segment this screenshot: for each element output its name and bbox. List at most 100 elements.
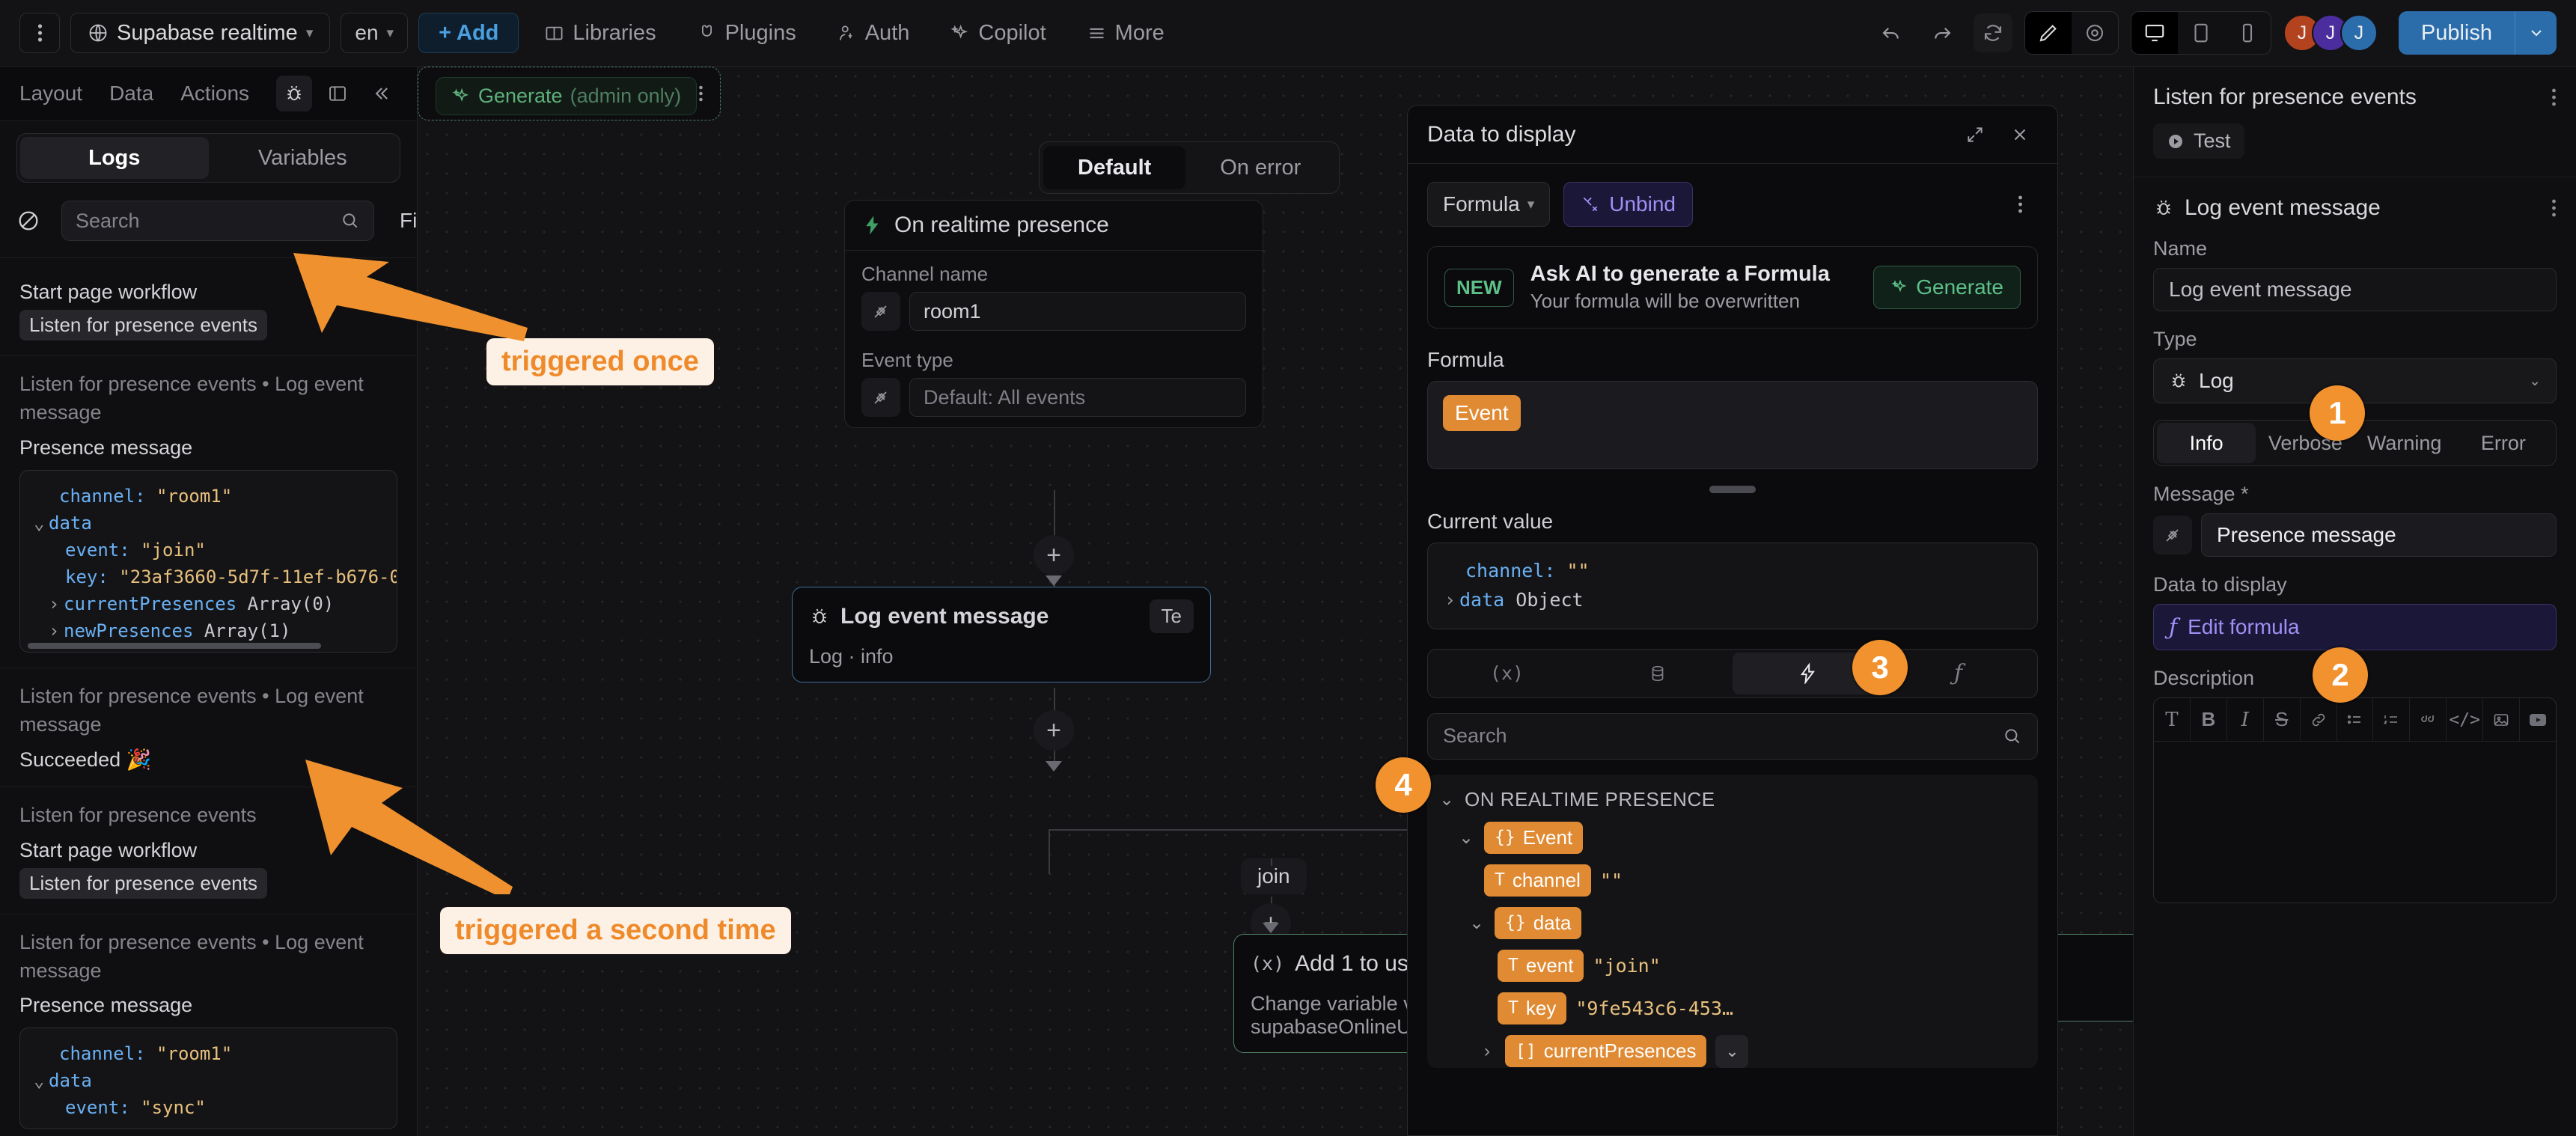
description-textarea[interactable] — [2154, 742, 2556, 903]
node-log-event-message[interactable]: Log event message Te Log · info — [792, 587, 1211, 682]
list-item[interactable]: Listen for presence events Start page wo… — [0, 787, 417, 914]
publish-dropdown-button[interactable] — [2515, 11, 2557, 55]
logs-list[interactable]: Start page workflow Listen for presence … — [0, 258, 417, 1136]
expand-icon[interactable] — [1957, 117, 1993, 153]
add-node-button[interactable]: + — [1034, 535, 1074, 575]
tablet-view-button[interactable] — [2178, 12, 2224, 54]
search-input[interactable] — [1443, 724, 2003, 748]
edit-formula-button[interactable]: ƒ Edit formula — [2153, 604, 2557, 650]
bind-plug-icon[interactable] — [861, 378, 900, 417]
collapse-panel-icon[interactable] — [363, 76, 399, 112]
tab-logs[interactable]: Logs — [20, 137, 209, 179]
generate-admin-badge[interactable]: Generate (admin only) — [436, 77, 698, 115]
branch-label-join[interactable]: join — [1241, 858, 1307, 894]
list-item[interactable]: Listen for presence events • Log event m… — [0, 356, 417, 668]
expander-chevron-down-icon[interactable]: ⌄ — [1715, 1034, 1749, 1068]
run-test-button[interactable]: Test — [2153, 123, 2244, 159]
tab-collections-icon[interactable] — [1582, 653, 1733, 694]
tab-variables-icon[interactable]: (x) — [1432, 653, 1582, 694]
test-node-button[interactable]: Te — [1149, 599, 1194, 633]
chevron-down-icon[interactable]: ⌄ — [34, 510, 49, 537]
language-selector[interactable]: en ▾ — [341, 13, 409, 53]
quote-icon[interactable] — [2410, 698, 2447, 741]
tab-on-error[interactable]: On error — [1185, 146, 1335, 189]
device-toggle[interactable] — [2130, 11, 2271, 55]
formula-editor[interactable]: Event — [1427, 381, 2038, 469]
image-icon[interactable] — [2483, 698, 2521, 741]
node-on-realtime-presence[interactable]: On realtime presence Channel name room1 … — [844, 200, 1263, 428]
avatar[interactable]: J — [2340, 14, 2378, 52]
node-kebab-icon[interactable] — [2551, 198, 2557, 218]
horizontal-scrollbar[interactable] — [28, 642, 322, 649]
log-json-viewer[interactable]: channel: "room1" ⌄ data event: "sync" — [19, 1027, 397, 1130]
link-icon[interactable] — [2301, 698, 2337, 741]
name-input[interactable]: Log event message — [2153, 268, 2557, 311]
tab-variables[interactable]: Variables — [209, 137, 397, 179]
description-editor[interactable]: T B I S </> — [2153, 697, 2557, 903]
code-icon[interactable]: </> — [2447, 698, 2484, 741]
preview-mode-button[interactable] — [2072, 12, 2118, 54]
strikethrough-icon[interactable]: S — [2264, 698, 2301, 741]
binding-search[interactable] — [1427, 712, 2038, 760]
close-icon[interactable] — [2002, 117, 2038, 153]
binding-tree[interactable]: ⌄ ON REALTIME PRESENCE ⌄ {} Event Tchanne… — [1427, 774, 2038, 1068]
list-item[interactable]: Listen for presence events • Log event m… — [0, 914, 417, 1136]
bind-plug-icon[interactable] — [861, 292, 900, 331]
redo-button[interactable] — [1923, 13, 1962, 52]
panel-tab-data[interactable]: Data — [109, 82, 153, 106]
mobile-view-button[interactable] — [2224, 12, 2271, 54]
nav-plugins[interactable]: Plugins — [682, 13, 811, 53]
chevron-down-icon[interactable]: ⌄ — [1468, 912, 1486, 934]
edit-preview-toggle[interactable] — [2024, 11, 2119, 55]
app-menu-button[interactable] — [19, 13, 60, 53]
clear-logs-icon[interactable] — [16, 209, 40, 233]
refresh-button[interactable] — [1973, 13, 2012, 52]
bullet-list-icon[interactable] — [2337, 698, 2374, 741]
tree-item-data[interactable]: ⌄ {} data — [1438, 906, 2027, 939]
level-info[interactable]: Info — [2157, 423, 2256, 463]
bind-plug-icon[interactable] — [2153, 516, 2192, 555]
bug-icon[interactable] — [276, 76, 313, 112]
tree-item-key[interactable]: Tkey "9fe543c6-453… — [1438, 992, 2027, 1024]
level-error[interactable]: Error — [2454, 423, 2553, 463]
chevron-right-icon[interactable]: › — [1444, 586, 1459, 615]
chevron-right-icon[interactable]: › — [1478, 1041, 1496, 1062]
workflow-kebab-icon[interactable] — [2551, 88, 2557, 107]
chevron-down-icon[interactable]: ⌄ — [1457, 827, 1475, 849]
tree-group-header[interactable]: ⌄ ON REALTIME PRESENCE — [1438, 788, 2027, 811]
formula-type-selector[interactable]: Formula ▾ — [1427, 182, 1551, 227]
list-item[interactable]: Start page workflow Listen for presence … — [0, 258, 417, 356]
edit-mode-button[interactable] — [2024, 12, 2072, 54]
publish-control[interactable]: Publish — [2398, 11, 2557, 55]
tree-item-currentpresences[interactable]: › [] currentPresences ⌄ — [1438, 1034, 2027, 1068]
panel-tab-actions[interactable]: Actions — [180, 82, 249, 106]
undo-button[interactable] — [1872, 13, 1911, 52]
nav-libraries[interactable]: Libraries — [529, 13, 671, 53]
text-icon[interactable]: T — [2154, 698, 2191, 741]
publish-button[interactable]: Publish — [2398, 11, 2515, 55]
nav-auth[interactable]: Auth — [822, 13, 925, 53]
chevron-down-icon[interactable]: ⌄ — [1438, 789, 1456, 810]
panel-layout-icon[interactable] — [320, 76, 355, 112]
chevron-right-icon[interactable]: › — [49, 590, 64, 617]
tree-item-event[interactable]: ⌄ {} Event — [1438, 821, 2027, 854]
panel-tab-layout[interactable]: Layout — [19, 82, 82, 106]
logs-search[interactable] — [61, 201, 374, 241]
message-input[interactable]: Presence message — [2201, 513, 2557, 557]
level-warning[interactable]: Warning — [2355, 423, 2454, 463]
log-json-viewer[interactable]: channel: "room1" ⌄ data event: "join" key… — [19, 469, 397, 653]
event-type-input[interactable]: Default: All events — [909, 378, 1246, 417]
italic-icon[interactable]: I — [2227, 698, 2264, 741]
desktop-view-button[interactable] — [2131, 12, 2178, 54]
formula-chip-event[interactable]: Event — [1443, 395, 1521, 431]
current-value-viewer[interactable]: channel: "" › data Object — [1427, 543, 2038, 629]
node-kebab-icon[interactable] — [698, 85, 703, 103]
list-item[interactable]: Listen for presence events • Log event m… — [0, 668, 417, 788]
project-selector[interactable]: Supabase realtime ▾ — [70, 13, 331, 53]
resize-grip[interactable] — [1709, 486, 1756, 493]
add-button[interactable]: + Add — [418, 13, 519, 53]
tree-item-event-value[interactable]: Tevent "join" — [1438, 949, 2027, 982]
chevron-down-icon[interactable]: ⌄ — [34, 1067, 49, 1094]
chevron-right-icon[interactable]: › — [49, 617, 64, 644]
search-input[interactable] — [76, 209, 341, 233]
